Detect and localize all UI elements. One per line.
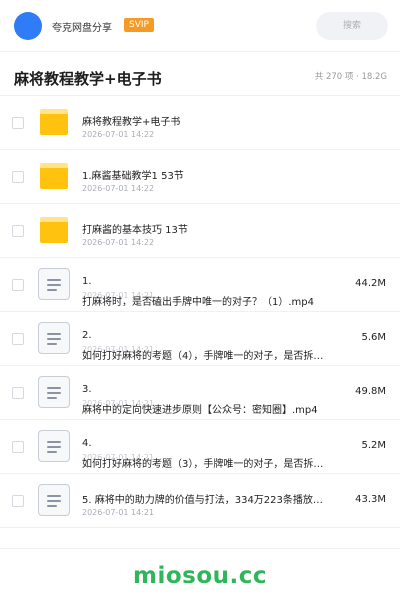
document-icon xyxy=(38,430,70,462)
footer: miosou.cc xyxy=(0,548,400,600)
document-icon xyxy=(38,376,70,408)
folder-row[interactable]: 1.麻酱基础教学1 53节 2026-07-01 14:22 xyxy=(0,150,400,204)
folder-icon xyxy=(40,217,68,243)
file-row[interactable]: 1. 2026-07-01 14:21 打麻将时，是否磕出手牌中唯一的对子？（1… xyxy=(0,258,400,312)
document-icon xyxy=(38,484,70,516)
avatar[interactable] xyxy=(14,12,42,40)
folder-date: 2026-07-01 14:22 xyxy=(82,184,155,193)
folder-icon xyxy=(40,109,68,135)
file-name: 4. xyxy=(82,438,92,449)
folder-name: 打麻酱的基本技巧 13节 xyxy=(82,225,188,236)
file-title: 麻将中的定向快速进步原则【公众号：密知圈】.mp4 xyxy=(82,405,318,416)
folder-name: 麻将教程教学+电子书 xyxy=(82,117,181,128)
svip-badge: SVIP xyxy=(124,18,154,32)
file-name: 3. xyxy=(82,384,92,395)
document-icon xyxy=(38,268,70,300)
top-bar: 夸克网盘分享 SVIP 搜索 xyxy=(0,0,400,52)
file-size: 49.8M xyxy=(355,386,386,397)
search-input[interactable]: 搜索 xyxy=(316,12,388,40)
file-name: 5. 麻将中的助力牌的价值与打法，334万223条播放量.mp4 xyxy=(82,495,332,506)
folder-header: 麻将教程教学+电子书 共 270 项 · 18.2G xyxy=(0,58,400,96)
file-row[interactable]: 3. 2026-07-01 14:21 麻将中的定向快速进步原则【公众号：密知圈… xyxy=(0,366,400,420)
select-checkbox[interactable] xyxy=(12,279,24,291)
select-checkbox[interactable] xyxy=(12,333,24,345)
file-size: 44.2M xyxy=(355,278,386,289)
folder-date: 2026-07-01 14:22 xyxy=(82,130,155,139)
file-title: 如何打好麻将的考题（4），手牌唯一的对子，是否拆打.mp4 xyxy=(82,351,328,362)
select-checkbox[interactable] xyxy=(12,441,24,453)
document-icon xyxy=(38,322,70,354)
item-summary: 共 270 项 · 18.2G xyxy=(314,72,387,82)
file-row[interactable]: 4. 2026-07-01 14:21 如何打好麻将的考题（3），手牌唯一的对子… xyxy=(0,420,400,474)
file-size: 43.3M xyxy=(355,494,386,505)
file-name: 1. xyxy=(82,276,92,287)
select-checkbox[interactable] xyxy=(12,117,24,129)
file-size: 5.6M xyxy=(361,332,386,343)
file-date: 2026-07-01 14:21 xyxy=(82,508,155,517)
file-title: 如何打好麻将的考题（3），手牌唯一的对子，是否拆打.mp4 xyxy=(82,459,328,470)
select-checkbox[interactable] xyxy=(12,495,24,507)
folder-date: 2026-07-01 14:22 xyxy=(82,238,155,247)
page-title: 麻将教程教学+电子书 xyxy=(14,70,162,88)
file-row[interactable]: 5. 麻将中的助力牌的价值与打法，334万223条播放量.mp4 2026-07… xyxy=(0,474,400,528)
file-name: 2. xyxy=(82,330,92,341)
select-checkbox[interactable] xyxy=(12,171,24,183)
file-list: 麻将教程教学+电子书 2026-07-01 14:22 1.麻酱基础教学1 53… xyxy=(0,96,400,528)
folder-row[interactable]: 麻将教程教学+电子书 2026-07-01 14:22 xyxy=(0,96,400,150)
file-title: 打麻将时，是否磕出手牌中唯一的对子？（1）.mp4 xyxy=(82,297,314,308)
username: 夸克网盘分享 xyxy=(52,23,112,34)
select-checkbox[interactable] xyxy=(12,387,24,399)
folder-icon xyxy=(40,163,68,189)
file-size: 5.2M xyxy=(361,440,386,451)
file-row[interactable]: 2. 2026-07-01 14:21 如何打好麻将的考题（4），手牌唯一的对子… xyxy=(0,312,400,366)
select-checkbox[interactable] xyxy=(12,225,24,237)
watermark: miosou.cc xyxy=(132,563,268,589)
folder-row[interactable]: 打麻酱的基本技巧 13节 2026-07-01 14:22 xyxy=(0,204,400,258)
folder-name: 1.麻酱基础教学1 53节 xyxy=(82,171,184,182)
